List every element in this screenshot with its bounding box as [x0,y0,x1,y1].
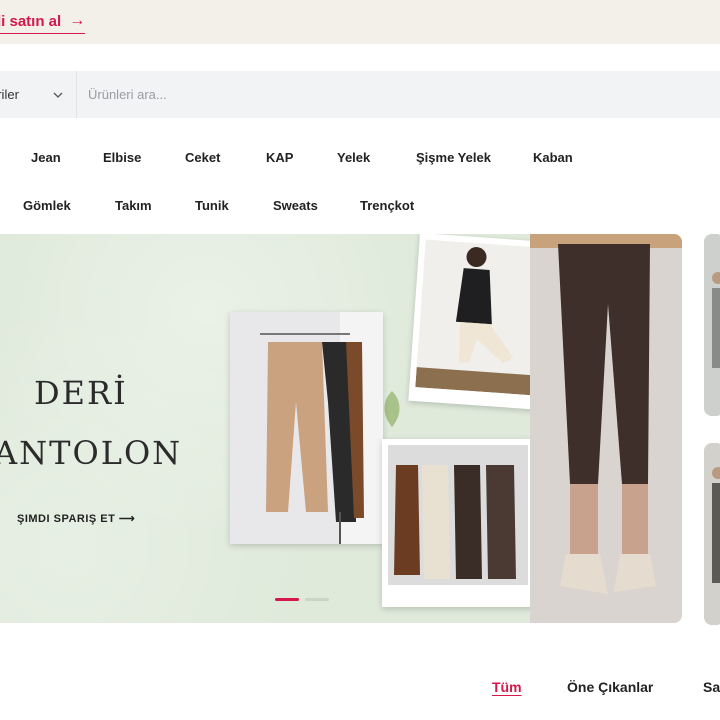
hero-decoration-leaf [384,391,400,427]
hero-banner[interactable]: DERİ ANTOLON ŞIMDI SPARIŞ ET ⟶ [0,234,682,623]
side-banner-top-illustration [704,234,720,416]
search-input[interactable] [80,71,720,118]
nav-item-elbise[interactable]: Elbise [103,150,141,165]
announcement-link-label: di satın al [0,12,62,30]
nav-item-trenckot[interactable]: Trençkot [360,198,414,213]
side-banner-bottom[interactable] [704,443,720,625]
hero-slide-dots [275,598,329,601]
nav-item-yelek[interactable]: Yelek [337,150,370,165]
tab-all[interactable]: Tüm [492,679,522,695]
side-banner-bottom-illustration [704,443,720,625]
nav-item-gomlek[interactable]: Gömlek [23,198,71,213]
nav-item-kap[interactable]: KAP [266,150,293,165]
announcement-link[interactable]: di satın al → [0,12,86,34]
nav-item-sweats[interactable]: Sweats [273,198,318,213]
nav-item-sisme-yelek[interactable]: Şişme Yelek [416,150,491,165]
chevron-down-icon [53,92,63,98]
pants-display-illustration [388,445,528,585]
side-banner-top[interactable] [704,234,720,416]
hanger-pants-illustration [230,312,383,544]
nav-item-takim[interactable]: Takım [115,198,152,213]
tab-bestsellers[interactable]: Sa [703,679,720,695]
nav-item-jean[interactable]: Jean [31,150,61,165]
category-select[interactable]: priler [0,71,76,118]
product-photo-hanger [230,312,383,544]
arrow-right-icon: → [69,12,86,29]
product-photo-pants-display [382,439,534,607]
hero-slide-dot-1[interactable] [275,598,299,601]
nav-item-kaban[interactable]: Kaban [533,150,573,165]
hero-title-line1: DERİ [34,374,128,412]
nav-item-tunik[interactable]: Tunik [195,198,229,213]
hero-slide-dot-2[interactable] [305,598,329,601]
product-photo-model-legs [530,234,682,623]
search-bar: priler [0,71,720,118]
nav-item-ceket[interactable]: Ceket [185,150,220,165]
tab-featured[interactable]: Öne Çıkanlar [567,679,653,695]
announcement-bar: di satın al → [0,0,720,44]
hero-order-button[interactable]: ŞIMDI SPARIŞ ET ⟶ [17,512,135,525]
category-select-label: priler [0,87,19,102]
search-divider [76,71,77,118]
model-legs-illustration [530,234,682,623]
hero-title-line2: ANTOLON [0,434,183,472]
